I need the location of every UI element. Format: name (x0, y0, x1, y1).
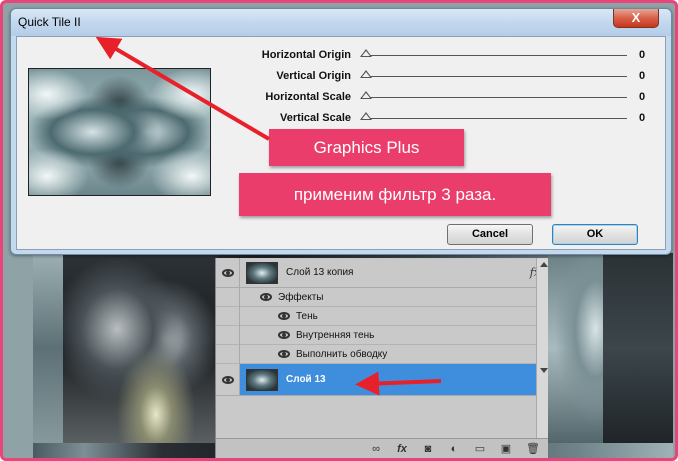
effect-row[interactable]: Выполнить обводку (216, 344, 548, 364)
eye-icon[interactable] (260, 293, 272, 301)
layer-row-copy[interactable]: Слой 13 копия fx (216, 258, 548, 288)
eye-icon[interactable] (278, 331, 290, 339)
trash-icon[interactable]: 🗑 (526, 442, 540, 455)
slider-thumb-icon[interactable] (360, 91, 372, 99)
layers-panel: Слой 13 копия fx Эффекты Тень Внутренняя… (215, 258, 548, 458)
slider-horizontal-origin[interactable]: Horizontal Origin 0 (177, 47, 657, 65)
slider-thumb-icon[interactable] (360, 49, 372, 57)
folder-icon[interactable]: ▭ (474, 442, 486, 455)
slider-thumb-icon[interactable] (360, 112, 372, 120)
ok-button[interactable]: OK (552, 224, 638, 245)
eye-col-spacer (216, 325, 240, 345)
layer-name: Слой 13 копия (286, 267, 354, 278)
effects-label: Эффекты (278, 291, 324, 303)
slider-thumb-icon[interactable] (360, 70, 372, 78)
canvas-left-edge (33, 253, 65, 443)
slider-track[interactable] (361, 76, 627, 77)
eye-col-spacer (216, 344, 240, 364)
new-layer-icon[interactable]: ▣ (500, 442, 512, 455)
graphics-plus-callout: Graphics Plus (269, 129, 464, 166)
slider-label: Horizontal Origin (261, 49, 351, 61)
layer-thumbnail (246, 261, 278, 284)
visibility-toggle[interactable] (216, 364, 240, 395)
slider-label: Vertical Origin (276, 70, 351, 82)
eye-col-spacer (216, 287, 240, 307)
layer-row-selected[interactable]: Слой 13 (216, 364, 548, 396)
slider-value: 0 (639, 49, 646, 61)
slider-value: 0 (639, 112, 646, 124)
canvas-right-edge (603, 253, 673, 443)
scroll-down-icon[interactable] (540, 368, 548, 373)
slider-label: Horizontal Scale (265, 91, 351, 103)
slider-value: 0 (639, 70, 646, 82)
title-bar[interactable]: Quick Tile II X (11, 9, 671, 36)
layers-scrollbar[interactable] (536, 258, 548, 438)
slider-horizontal-scale[interactable]: Horizontal Scale 0 (177, 89, 657, 107)
eye-icon[interactable] (278, 312, 290, 320)
slider-track[interactable] (361, 118, 627, 119)
close-button[interactable]: X (613, 9, 659, 28)
instruction-callout: применим фильтр 3 раза. (239, 173, 551, 216)
layer-thumbnail (246, 368, 278, 391)
mask-icon[interactable]: ◙ (422, 443, 434, 455)
canvas-artwork (63, 253, 218, 443)
layer-name: Слой 13 (286, 374, 326, 385)
slider-vertical-origin[interactable]: Vertical Origin 0 (177, 68, 657, 86)
slider-vertical-scale[interactable]: Vertical Scale 0 (177, 110, 657, 128)
effect-label: Выполнить обводку (296, 348, 388, 360)
effect-row[interactable]: Внутренняя тень (216, 325, 548, 345)
effect-label: Тень (296, 310, 318, 322)
fx-icon[interactable]: fx (396, 443, 408, 455)
scroll-up-icon[interactable] (540, 262, 548, 267)
slider-label: Vertical Scale (280, 112, 351, 124)
eye-icon (221, 268, 234, 277)
eye-icon[interactable] (278, 350, 290, 358)
slider-value: 0 (639, 91, 646, 103)
layers-panel-toolbar: ∞ fx ◙ ◐ ▭ ▣ 🗑 (216, 438, 548, 458)
cancel-button[interactable]: Cancel (447, 224, 533, 245)
dialog-title: Quick Tile II (18, 15, 81, 29)
screenshot-frame: Слой 13 копия fx Эффекты Тень Внутренняя… (0, 0, 678, 461)
effects-group[interactable]: Эффекты (216, 287, 548, 307)
visibility-toggle[interactable] (216, 258, 240, 287)
link-icon[interactable]: ∞ (370, 443, 382, 455)
slider-track[interactable] (361, 97, 627, 98)
adjustment-icon[interactable]: ◐ (448, 443, 460, 455)
slider-track[interactable] (361, 55, 627, 56)
eye-icon (221, 375, 234, 384)
filter-preview (28, 68, 211, 196)
effect-row[interactable]: Тень (216, 306, 548, 326)
effect-label: Внутренняя тень (296, 329, 375, 341)
eye-col-spacer (216, 306, 240, 326)
